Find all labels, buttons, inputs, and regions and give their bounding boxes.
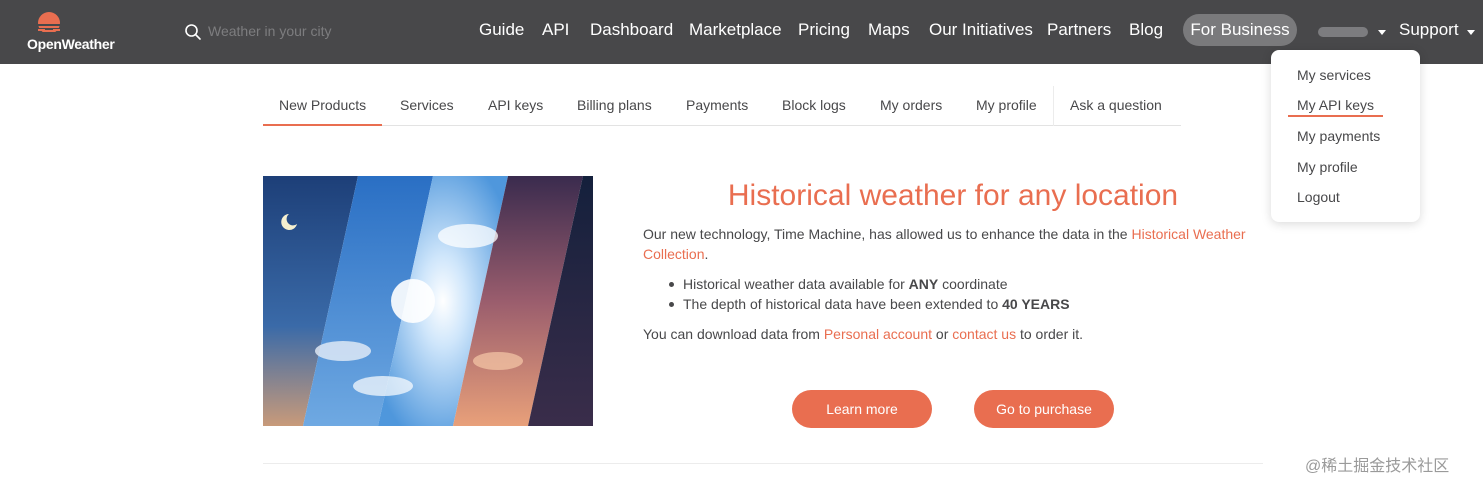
tab-my-profile[interactable]: My profile xyxy=(976,97,1037,113)
nav-maps[interactable]: Maps xyxy=(868,20,910,40)
top-header: OpenWeather Guide API Dashboard Marketpl… xyxy=(0,0,1483,64)
nav-blog[interactable]: Blog xyxy=(1129,20,1163,40)
tab-my-orders[interactable]: My orders xyxy=(880,97,942,113)
tab-new-products[interactable]: New Products xyxy=(279,97,366,113)
contact-us-link[interactable]: contact us xyxy=(952,326,1016,342)
hover-underline xyxy=(1288,115,1383,117)
tab-payments[interactable]: Payments xyxy=(686,97,748,113)
account-tabs: New Products Services API keys Billing p… xyxy=(263,86,1181,126)
learn-more-button[interactable]: Learn more xyxy=(792,390,932,428)
tab-services[interactable]: Services xyxy=(400,97,454,113)
bullet-suffix: coordinate xyxy=(938,276,1008,292)
bullet-bold: 40 YEARS xyxy=(1002,296,1070,312)
hero-title: Historical weather for any location xyxy=(727,179,1179,212)
bullet-text: The depth of historical data have been e… xyxy=(683,296,1003,312)
dropdown-my-profile[interactable]: My profile xyxy=(1297,159,1358,175)
download-suffix: to order it. xyxy=(1016,326,1084,342)
nav-partners[interactable]: Partners xyxy=(1047,20,1111,40)
sky-collage-image xyxy=(263,176,593,426)
dropdown-my-services[interactable]: My services xyxy=(1297,67,1371,83)
search-box xyxy=(184,20,384,44)
username-redacted xyxy=(1318,27,1368,37)
tab-billing-plans[interactable]: Billing plans xyxy=(577,97,652,113)
go-to-purchase-button[interactable]: Go to purchase xyxy=(974,390,1114,428)
section-divider xyxy=(263,463,1263,464)
tab-api-keys[interactable]: API keys xyxy=(488,97,543,113)
bullet-text: Historical weather data available for xyxy=(683,276,909,292)
download-or: or xyxy=(932,326,953,342)
nav-our-initiatives[interactable]: Our Initiatives xyxy=(929,20,1033,40)
intro-suffix: . xyxy=(704,246,709,262)
nav-api[interactable]: API xyxy=(542,20,569,40)
download-text: You can download data from xyxy=(643,326,824,342)
hero-intro: Our new technology, Time Machine, has al… xyxy=(643,224,1253,264)
feature-list: Historical weather data available for AN… xyxy=(669,274,1243,314)
chevron-down-icon xyxy=(1378,30,1386,35)
tab-separator xyxy=(1053,86,1054,126)
intro-text: Our new technology, Time Machine, has al… xyxy=(643,226,1132,242)
nav-marketplace[interactable]: Marketplace xyxy=(689,20,782,40)
logo-text: OpenWeather xyxy=(27,36,115,52)
support-menu[interactable]: Support xyxy=(1399,20,1475,40)
dropdown-my-payments[interactable]: My payments xyxy=(1297,128,1380,144)
personal-account-link[interactable]: Personal account xyxy=(824,326,932,342)
nav-dashboard[interactable]: Dashboard xyxy=(590,20,673,40)
search-icon[interactable] xyxy=(184,23,202,41)
tab-ask-a-question[interactable]: Ask a question xyxy=(1070,97,1162,113)
search-input[interactable] xyxy=(208,20,378,42)
support-label: Support xyxy=(1399,20,1459,39)
nav-guide[interactable]: Guide xyxy=(479,20,524,40)
nav-pricing[interactable]: Pricing xyxy=(798,20,850,40)
tab-block-logs[interactable]: Block logs xyxy=(782,97,846,113)
user-dropdown: My services My API keys My payments My p… xyxy=(1271,50,1420,222)
list-item: The depth of historical data have been e… xyxy=(669,294,1243,314)
list-item: Historical weather data available for AN… xyxy=(669,274,1243,294)
watermark-text: @稀土掘金技术社区 xyxy=(1305,458,1450,475)
user-menu-toggle[interactable] xyxy=(1318,22,1386,42)
active-tab-indicator xyxy=(263,124,382,126)
sun-logo-icon xyxy=(33,12,65,36)
bullet-bold: ANY xyxy=(908,276,939,292)
for-business-button[interactable]: For Business xyxy=(1183,14,1297,46)
openweather-logo[interactable]: OpenWeather xyxy=(27,10,127,54)
dropdown-my-api-keys[interactable]: My API keys xyxy=(1297,97,1374,113)
chevron-down-icon xyxy=(1467,30,1475,35)
download-note: You can download data from Personal acco… xyxy=(643,324,1083,344)
dropdown-logout[interactable]: Logout xyxy=(1297,189,1340,205)
